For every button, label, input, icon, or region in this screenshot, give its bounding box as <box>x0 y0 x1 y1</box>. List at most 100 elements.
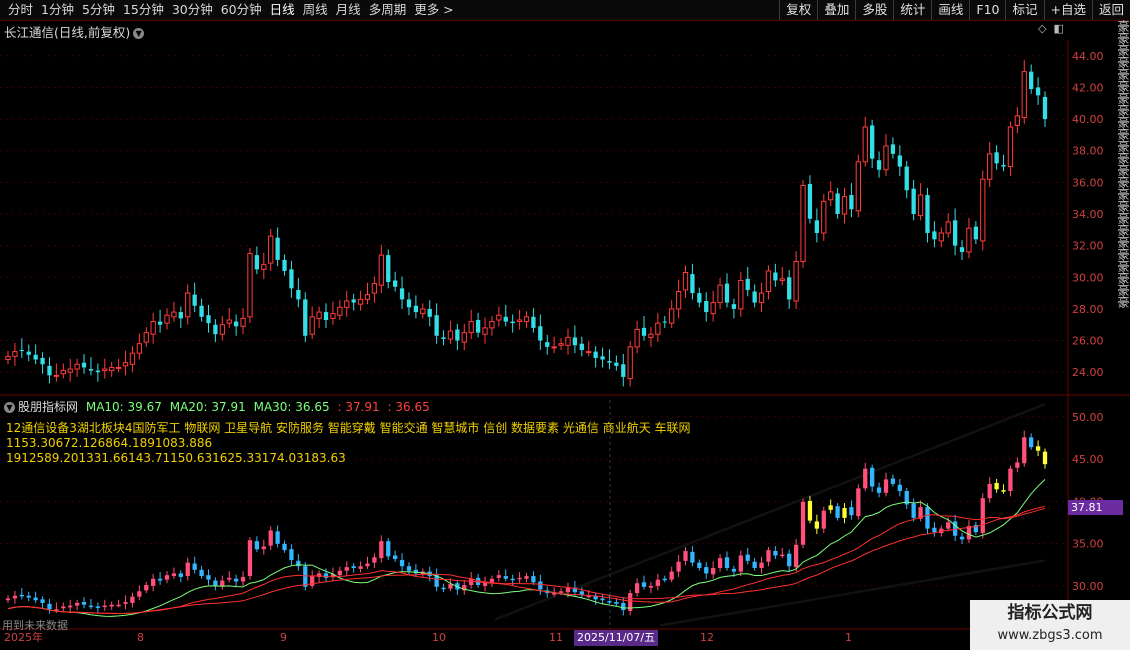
candle-body <box>655 322 661 335</box>
candle-body <box>945 221 951 234</box>
indicator-header: ▼ 股朋指标网 MA10: 39.67 MA20: 37.91 MA30: 36.… <box>4 398 430 415</box>
candle-body <box>254 255 260 270</box>
ma30-value: MA30: 36.65 <box>253 400 330 414</box>
extra-value-2: : 36.65 <box>387 400 430 414</box>
candle-body <box>330 313 336 319</box>
candle-body <box>793 260 799 302</box>
candle-body <box>67 368 73 373</box>
candle-body <box>710 302 716 315</box>
candle-body <box>226 319 232 324</box>
candle-body <box>697 293 702 303</box>
ind-candle-body <box>227 577 232 580</box>
y-tick-main-5: 34.00 <box>1072 208 1104 221</box>
ind-candle-body <box>724 557 730 569</box>
candle-body <box>938 232 944 242</box>
candle-body <box>364 294 371 300</box>
candle-body <box>758 292 765 304</box>
candle-body <box>40 357 45 365</box>
candle-body <box>447 330 454 340</box>
ind-candle-body <box>206 575 211 580</box>
ind-candle-body <box>261 546 266 550</box>
ma10-line <box>7 479 1046 617</box>
candle-body <box>33 354 38 360</box>
candle-body <box>966 227 972 253</box>
chevron-down-icon[interactable]: ▼ <box>4 402 15 413</box>
sector-tags: 12通信设备3湖北板块4国防军工 物联网 卫星导航 安防服务 智能穿戴 智能交通… <box>6 421 691 435</box>
ind-candle-body <box>19 594 24 597</box>
candle-body <box>171 311 177 318</box>
x-axis-label-1: 8 <box>137 631 144 644</box>
candle-body <box>122 362 129 367</box>
ind-candle-body <box>690 551 695 563</box>
candle-body <box>47 365 52 376</box>
ind-candle-body <box>323 573 329 578</box>
candle-body <box>516 319 523 323</box>
ind-candle-body <box>793 544 799 568</box>
candle-body <box>773 272 778 281</box>
ind-candle-body <box>863 468 868 489</box>
candle-body <box>427 308 432 317</box>
candle-body <box>1007 126 1014 168</box>
candle-body <box>178 312 183 319</box>
ind-candle-body <box>220 580 225 586</box>
candle-body <box>115 366 122 369</box>
candle-body <box>102 368 108 372</box>
candle-body <box>738 279 744 310</box>
ind-candle-body <box>503 576 508 579</box>
y-tick-ind-0: 50.00 <box>1072 411 1104 424</box>
candle-body <box>807 183 813 219</box>
candle-body <box>572 337 578 346</box>
candle-body <box>282 259 287 271</box>
candle-body <box>150 321 156 335</box>
candle-body <box>717 284 723 304</box>
ind-candle-body <box>752 561 757 569</box>
candle-body <box>164 314 170 324</box>
indicator-name[interactable]: 股朋指标网 <box>18 400 78 414</box>
x-axis-label-5: 12 <box>700 631 714 644</box>
candle-body <box>800 185 806 262</box>
candle-body <box>468 321 474 334</box>
x-axis-label-3: 10 <box>432 631 446 644</box>
candle-body <box>994 152 999 164</box>
ind-candle-body <box>185 562 190 577</box>
candle-body <box>296 289 301 300</box>
ind-candle-body <box>303 566 308 587</box>
ind-candle-body <box>406 566 412 571</box>
y-tick-ind-4: 30.00 <box>1072 580 1104 593</box>
ind-candle-body <box>876 487 882 493</box>
ind-candle-body <box>828 505 833 510</box>
ma20-value: MA20: 37.91 <box>169 400 246 414</box>
ind-candle-body <box>849 507 854 516</box>
ind-candle-body <box>870 467 875 487</box>
candle-body <box>523 316 530 323</box>
ind-candle-body <box>773 551 778 556</box>
candle-body <box>496 314 502 321</box>
ind-candle-body <box>151 578 156 586</box>
ind-candle-body <box>393 555 398 560</box>
x-axis: 2025年 8 9 10 11 12 1 <box>0 630 1130 646</box>
watermark: 指标公式网 www.zbgs3.com <box>970 600 1130 650</box>
candle-body <box>357 298 364 305</box>
ind-candle-body <box>289 549 294 560</box>
ind-candle-body <box>123 602 128 604</box>
y-tick-main-4: 36.00 <box>1072 176 1104 189</box>
y-tick-main-8: 28.00 <box>1072 303 1104 316</box>
indicator-text-block: 12通信设备3湖北板块4国防军工 物联网 卫星导航 安防服务 智能穿戴 智能交通… <box>6 421 691 466</box>
ind-candle-body <box>144 585 149 591</box>
ind-candle-body <box>47 603 52 610</box>
ind-candle-body <box>95 606 101 609</box>
ind-candle-body <box>814 521 820 529</box>
candle-body <box>489 321 495 329</box>
ind-candle-body <box>510 578 515 581</box>
candlestick-chart[interactable]: 44.00 42.00 40.00 38.00 36.00 34.00 32.00 30.00… <box>0 0 1130 650</box>
ind-candle-body <box>1042 451 1048 465</box>
ind-candle-body <box>1015 462 1020 468</box>
candle-body <box>74 363 80 370</box>
candle-body <box>917 194 924 217</box>
ind-candle-body <box>766 550 771 562</box>
candle-body <box>648 333 654 338</box>
candle-body <box>627 346 633 380</box>
ind-candle-body <box>26 595 31 598</box>
ind-candle-body <box>379 541 384 559</box>
extra-value-1: : 37.91 <box>337 400 380 414</box>
